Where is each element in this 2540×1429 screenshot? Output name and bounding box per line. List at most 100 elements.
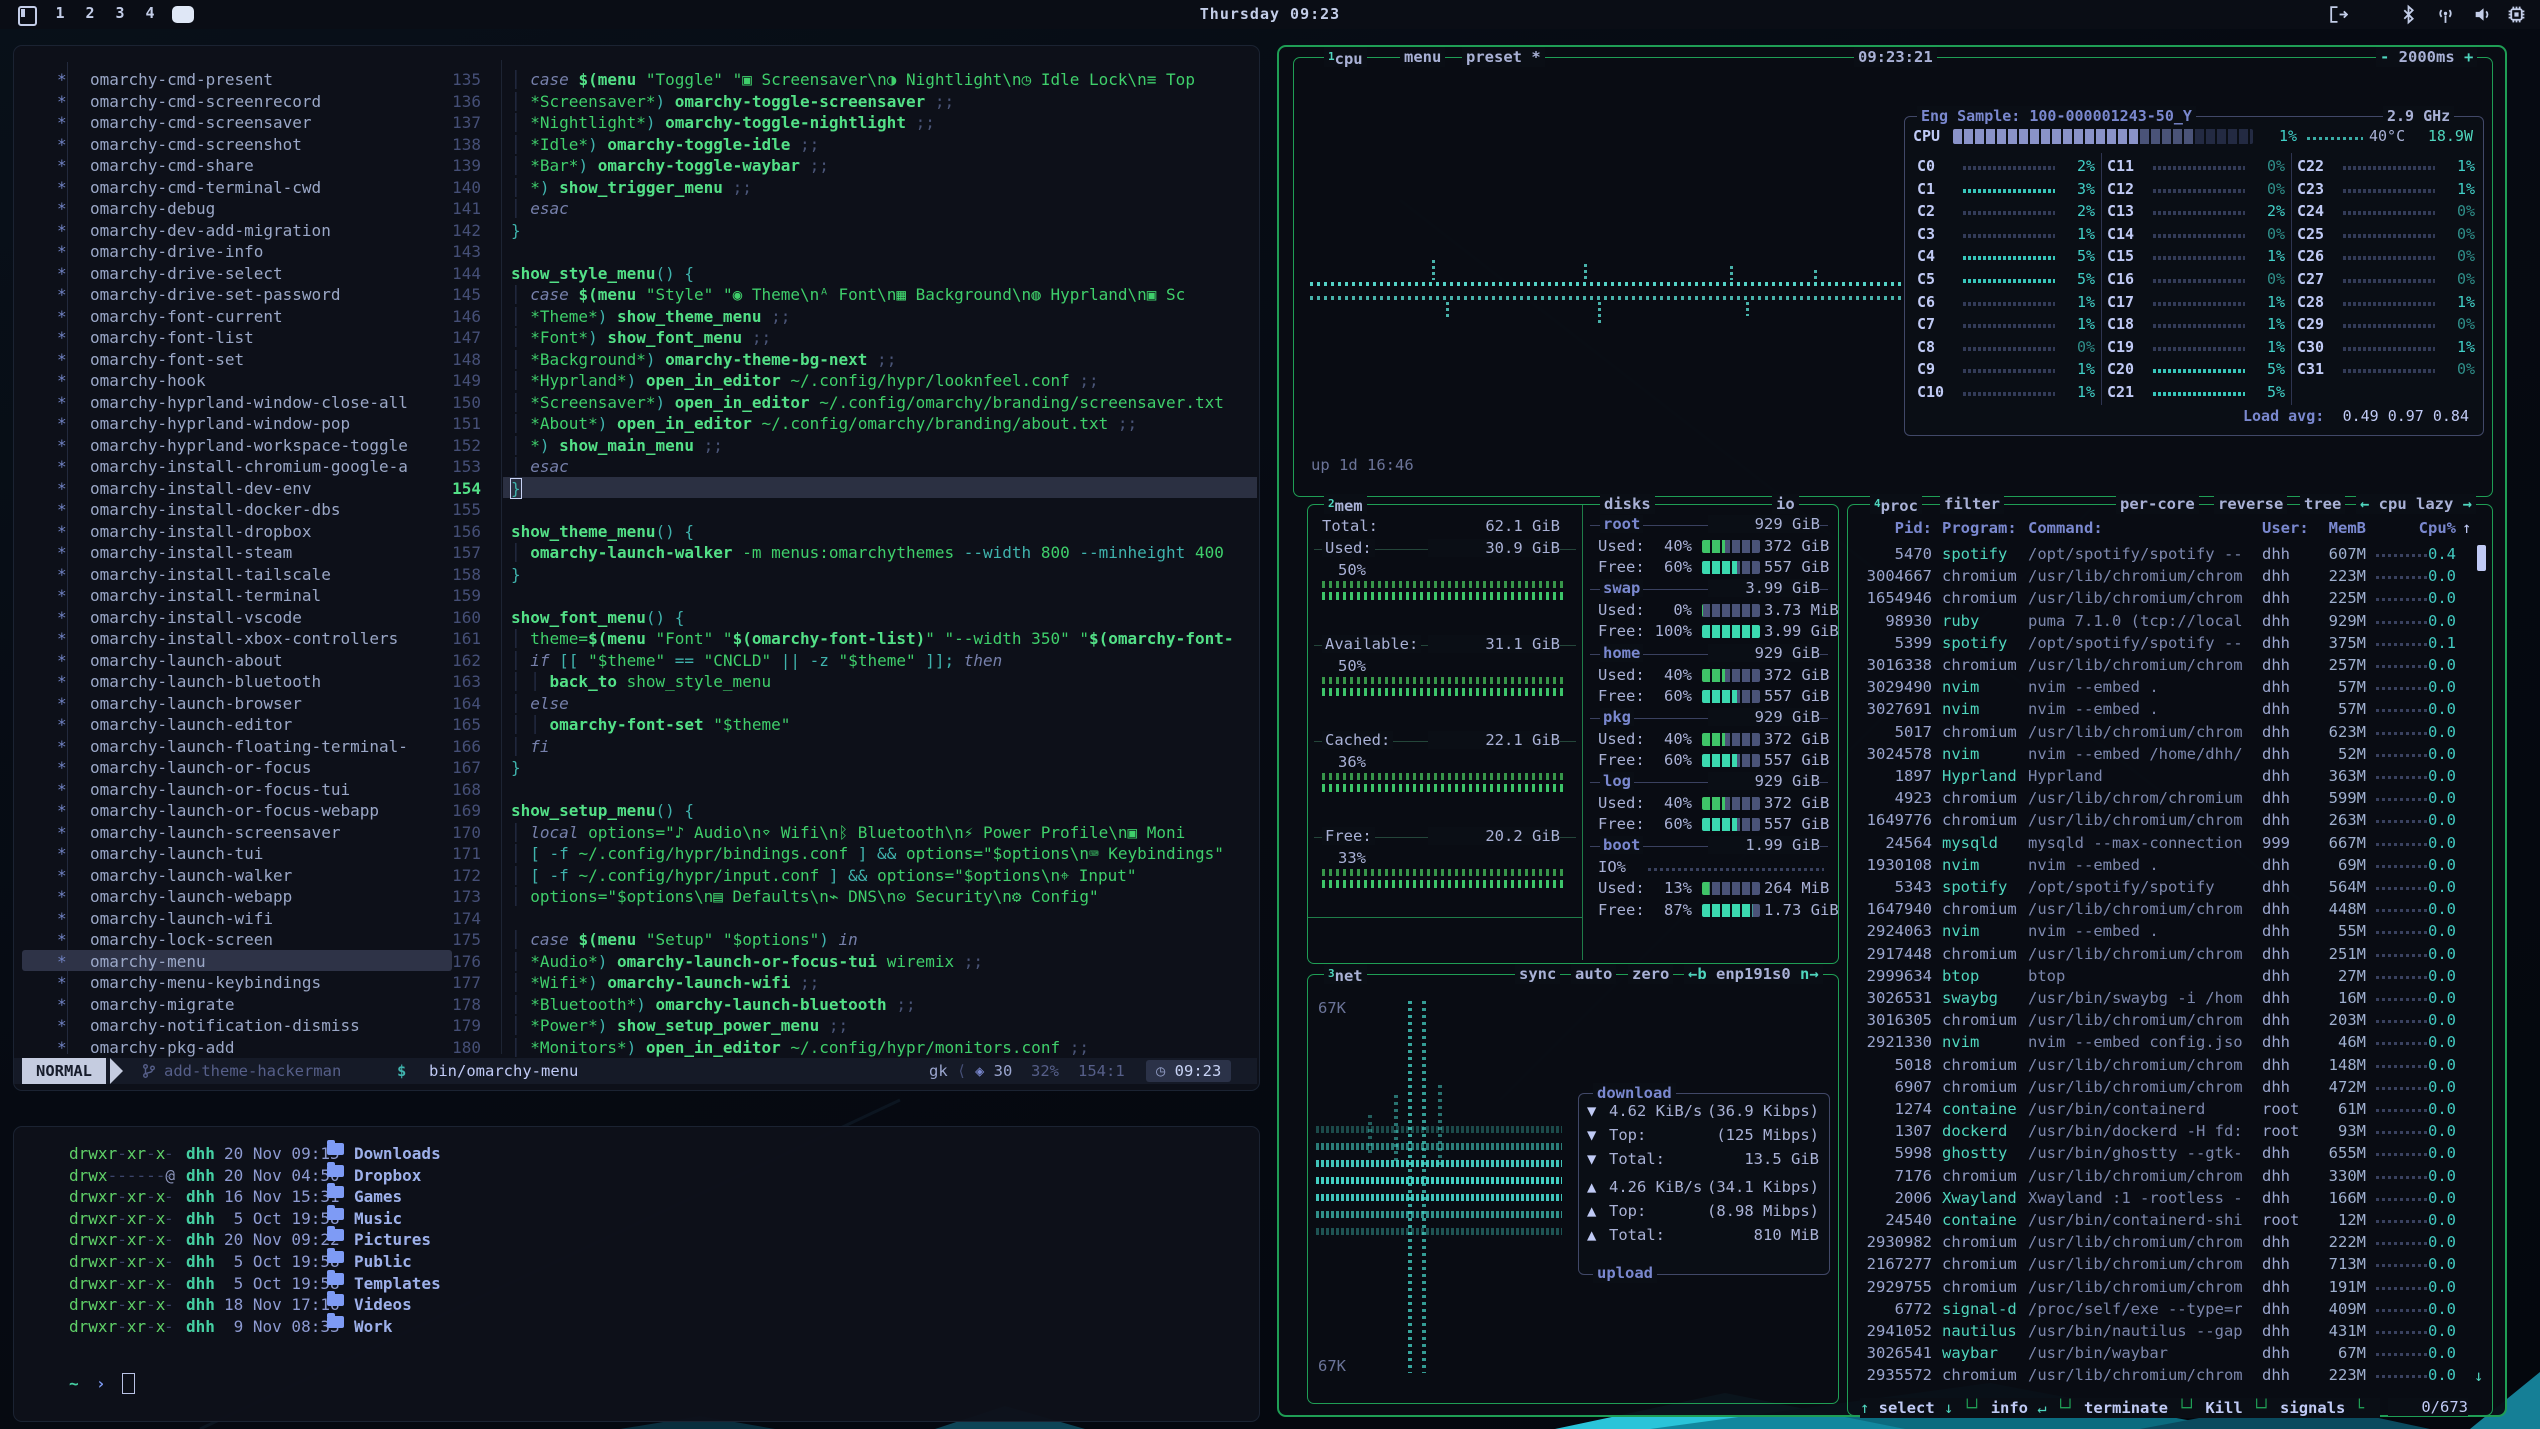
code-line[interactable]: } <box>511 564 1257 586</box>
code-line[interactable]: │ *) show_trigger_menu ;; <box>511 177 1257 199</box>
file-list-item[interactable]: *omarchy-cmd-present135 <box>14 69 494 91</box>
workspaces-overview-icon[interactable] <box>18 6 37 26</box>
process-row[interactable]: 5018chromium/usr/lib/chromium/chromdhh14… <box>1848 1056 2488 1078</box>
process-row[interactable]: 3029490nvimnvim --embed .dhh57M0.0 <box>1848 678 2488 700</box>
process-row[interactable]: 1654946chromium/usr/lib/chromium/chromdh… <box>1848 589 2488 611</box>
neovim-window[interactable]: *omarchy-cmd-present135*omarchy-cmd-scre… <box>13 45 1260 1091</box>
workspace-3[interactable]: 3 <box>110 4 130 22</box>
code-line[interactable] <box>511 585 1257 607</box>
file-list-item[interactable]: *omarchy-notification-dismiss179 <box>14 1015 494 1037</box>
file-list-item[interactable]: *omarchy-font-current146 <box>14 306 494 328</box>
proc-scrollbar-thumb[interactable] <box>2477 545 2486 571</box>
file-list-item[interactable]: *omarchy-launch-about162 <box>14 650 494 672</box>
file-list-item[interactable]: *omarchy-cmd-terminal-cwd140 <box>14 177 494 199</box>
file-list-item[interactable]: *omarchy-launch-wifi174 <box>14 908 494 930</box>
code-line[interactable]: │ esac <box>511 456 1257 478</box>
update-interval-control[interactable]: - 2000ms + <box>2376 47 2477 67</box>
bluetooth-icon[interactable] <box>2398 4 2419 25</box>
file-list-item[interactable]: *omarchy-install-vscode160 <box>14 607 494 629</box>
file-list-item[interactable]: *omarchy-launch-or-focus167 <box>14 757 494 779</box>
file-list-item[interactable]: *omarchy-hyprland-workspace-toggle152 <box>14 435 494 457</box>
code-line[interactable]: │ │ back_to show_style_menu <box>511 671 1257 693</box>
file-list-item[interactable]: *omarchy-drive-select144 <box>14 263 494 285</box>
net-mode-auto[interactable]: auto <box>1571 964 1616 984</box>
net-interface[interactable]: ←b enp191s0 n→ <box>1684 964 1823 984</box>
cpu-menu-button[interactable]: menu <box>1400 47 1445 67</box>
file-list-item[interactable]: *omarchy-hyprland-window-pop151 <box>14 413 494 435</box>
file-list-item[interactable]: *omarchy-dev-add-migration142 <box>14 220 494 242</box>
code-line[interactable]: } <box>511 757 1257 779</box>
code-line[interactable]: │ theme=$(menu "Font" "$(omarchy-font-li… <box>511 628 1257 650</box>
code-line[interactable]: │ case $(menu "Style" "◉ Theme\nᴬ Font\n… <box>511 284 1257 306</box>
file-list-item[interactable]: *omarchy-install-chromium-google-a153 <box>14 456 494 478</box>
process-row[interactable]: 2935572chromium/usr/lib/chromium/chromdh… <box>1848 1366 2488 1388</box>
process-panel[interactable]: 4procfilterper-corereversetree← cpu lazy… <box>1847 504 2493 1416</box>
process-row[interactable]: 2941052nautilus/usr/bin/nautilus --gapdh… <box>1848 1322 2488 1344</box>
file-list-item[interactable]: *omarchy-cmd-screensaver137 <box>14 112 494 134</box>
process-row[interactable]: 4923chromium/usr/lib/chrom/chromiumdhh59… <box>1848 789 2488 811</box>
process-row[interactable]: 5399spotify/opt/spotify/spotify --dhh375… <box>1848 634 2488 656</box>
code-line[interactable]: │ *Screensaver*) omarchy-toggle-screensa… <box>511 91 1257 113</box>
code-line[interactable]: │ *Bar*) omarchy-toggle-waybar ;; <box>511 155 1257 177</box>
network-panel[interactable]: 3netsyncautozero←b enp191s0 n→67K67Kdown… <box>1307 974 1839 1404</box>
process-row[interactable]: 2006XwaylandXwayland :1 -rootless -dhh16… <box>1848 1189 2488 1211</box>
proc-action-Kill[interactable]: Kill <box>2205 1399 2242 1417</box>
process-row[interactable]: 24564mysqldmysqld --max-connection999667… <box>1848 834 2488 856</box>
process-panel-title[interactable]: 4proc <box>1870 494 1922 514</box>
process-row[interactable]: 5470spotify/opt/spotify/spotify --dhh607… <box>1848 545 2488 567</box>
file-list-item[interactable]: *omarchy-drive-info143 <box>14 241 494 263</box>
code-line[interactable]: │ *Nightlight*) omarchy-toggle-nightligh… <box>511 112 1257 134</box>
process-row[interactable]: 5017chromium/usr/lib/chromium/chromdhh62… <box>1848 723 2488 745</box>
code-line[interactable]: │ *Audio*) omarchy-launch-or-focus-tui w… <box>511 951 1257 973</box>
process-row[interactable]: 1307dockerd/usr/bin/dockerd -H fd:root93… <box>1848 1122 2488 1144</box>
proc-tab-filter[interactable]: filter <box>1940 494 2004 514</box>
file-list-item[interactable]: *omarchy-hook149 <box>14 370 494 392</box>
file-list-item[interactable]: *omarchy-install-tailscale158 <box>14 564 494 586</box>
code-line[interactable]: │ *Monitors*) open_in_editor ~/.config/h… <box>511 1037 1257 1059</box>
file-list-item[interactable]: *omarchy-install-dropbox156 <box>14 521 494 543</box>
file-list-item[interactable]: *omarchy-launch-webapp173 <box>14 886 494 908</box>
workspace-2[interactable]: 2 <box>80 4 100 22</box>
shell-prompt[interactable]: ~› <box>14 1373 314 1395</box>
process-row[interactable]: 1274containe/usr/bin/containerdroot61M0.… <box>1848 1100 2488 1122</box>
process-row[interactable]: 3027691nvimnvim --embed .dhh57M0.0 <box>1848 700 2488 722</box>
process-row[interactable]: 3026541waybar/usr/bin/waybardhh67M0.0 <box>1848 1344 2488 1366</box>
code-line[interactable]: │ *Wifi*) omarchy-launch-wifi ;; <box>511 972 1257 994</box>
workspace-active[interactable] <box>172 6 194 23</box>
code-line[interactable]: │ *About*) open_in_editor ~/.config/omar… <box>511 413 1257 435</box>
code-line[interactable]: │ *Background*) omarchy-theme-bg-next ;; <box>511 349 1257 371</box>
file-list-item[interactable]: *omarchy-cmd-screenrecord136 <box>14 91 494 113</box>
file-list-item[interactable]: *omarchy-launch-bluetooth163 <box>14 671 494 693</box>
file-list-item[interactable]: *omarchy-launch-browser164 <box>14 693 494 715</box>
code-line[interactable]: │ *Theme*) show_theme_menu ;; <box>511 306 1257 328</box>
code-line[interactable]: │ [ -f ~/.config/hypr/bindings.conf ] &&… <box>511 843 1257 865</box>
io-title[interactable]: io <box>1772 494 1799 514</box>
network-panel-title[interactable]: 3net <box>1324 964 1367 984</box>
code-line[interactable]: │ *Bluetooth*) omarchy-launch-bluetooth … <box>511 994 1257 1016</box>
cpu-preset-button[interactable]: preset * <box>1462 47 1545 67</box>
code-line[interactable] <box>511 499 1257 521</box>
code-line[interactable] <box>511 779 1257 801</box>
code-line[interactable]: │ │ omarchy-font-set "$theme" <box>511 714 1257 736</box>
code-line[interactable] <box>511 241 1257 263</box>
file-list-item[interactable]: *omarchy-launch-floating-terminal-166 <box>14 736 494 758</box>
proc-sort-control[interactable]: ← cpu lazy → <box>2356 494 2476 514</box>
network-icon[interactable] <box>2435 4 2456 25</box>
cpu-panel[interactable]: 1cpumenupreset *09:23:21- 2000ms +up 1d … <box>1293 57 2493 497</box>
workspace-1[interactable]: 1 <box>50 4 70 22</box>
cpu-panel-title[interactable]: 1cpu <box>1324 47 1367 67</box>
code-line[interactable]: show_theme_menu() { <box>511 521 1257 543</box>
process-row[interactable]: 1649776chromium/usr/lib/chromium/chromdh… <box>1848 811 2488 833</box>
memory-panel[interactable]: 2memTotal:62.1 GiBUsed:30.9 GiB50%Availa… <box>1307 504 1839 964</box>
process-row[interactable]: 2929755chromium/usr/lib/chromium/chromdh… <box>1848 1278 2488 1300</box>
code-line[interactable]: │ esac <box>511 198 1257 220</box>
proc-action-terminate[interactable]: terminate <box>2084 1399 2168 1417</box>
code-line[interactable]: │ fi <box>511 736 1257 758</box>
code-line[interactable]: │ case $(menu "Toggle" "▣ Screensaver\n◑… <box>511 69 1257 91</box>
process-row[interactable]: 3016305chromium/usr/lib/chromium/chromdh… <box>1848 1011 2488 1033</box>
code-line[interactable]: show_style_menu() { <box>511 263 1257 285</box>
proc-scroll-down-arrow[interactable]: ↓ <box>2474 1367 2483 1385</box>
process-row[interactable]: 24540containe/usr/bin/containerd-shiroot… <box>1848 1211 2488 1233</box>
file-list-item[interactable]: *omarchy-cmd-screenshot138 <box>14 134 494 156</box>
file-list-item[interactable]: *omarchy-debug141 <box>14 198 494 220</box>
